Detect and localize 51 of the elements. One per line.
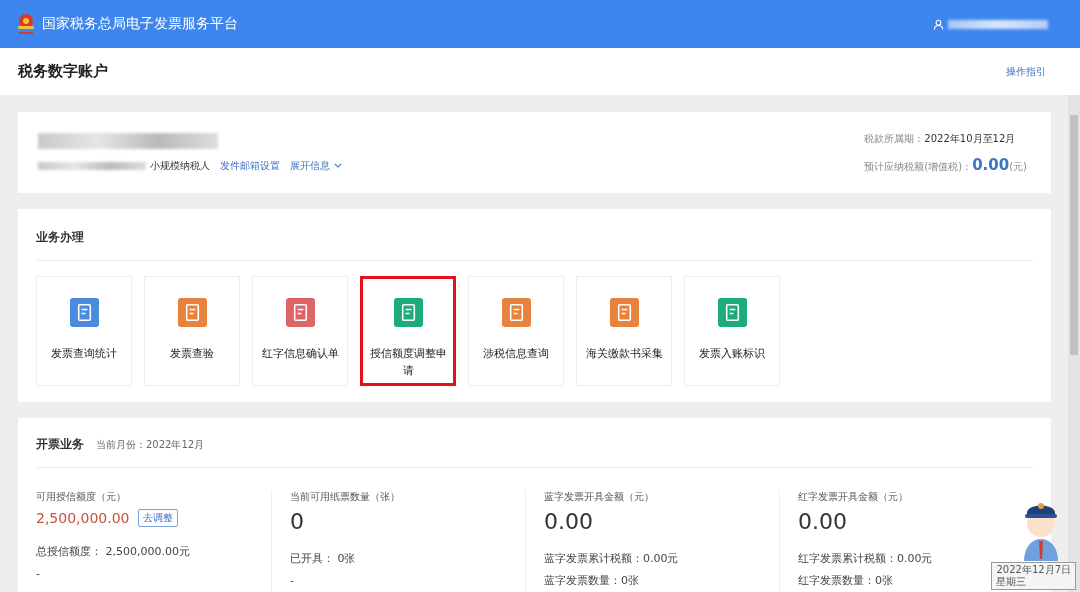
scrollbar[interactable] [1068,95,1080,592]
service-tile[interactable]: 红字信息确认单 [252,276,348,386]
service-tile[interactable]: 涉税信息查询 [468,276,564,386]
period-value: 2022年10月至12月 [924,131,1016,146]
tax-label: 预计应纳税额(增值税)： [864,159,973,174]
taxpayer-type: 小规模纳税人 [150,158,210,173]
adjust-button[interactable]: 去调整 [137,509,178,527]
stat-label: 当前可用纸票数量（张） [290,490,400,504]
email-settings-link[interactable]: 发件邮箱设置 [220,158,280,173]
tile-label: 发票查询统计 [50,346,118,362]
tile-label: 涉税信息查询 [482,346,550,362]
service-tile[interactable]: 发票查询统计 [36,276,132,386]
stat-detail: 红字发票累计税额：0.00元 [798,551,933,567]
guide-link[interactable]: 操作指引 [1006,64,1046,79]
stat-detail: 总授信额度： 2,500,000.00元 [36,544,190,560]
stat-detail: 蓝字发票数量：0张 [544,573,639,589]
tile-label: 红字信息确认单 [261,346,339,362]
tile-label: 发票入账标识 [698,346,766,362]
period-label: 税款所属期： [864,131,925,146]
expand-info-link[interactable]: 展开信息 [290,158,330,173]
stat-detail: 蓝字发票累计税额：0.00元 [544,551,679,567]
stat-detail: 已开具： 0张 [290,551,356,567]
chevron-down-icon[interactable] [334,163,342,168]
stat-label: 蓝字发票开具金额（元） [544,490,654,504]
service-tile[interactable]: 授信额度调整申请 [360,276,456,386]
stat-label: 可用授信额度（元） [36,490,126,504]
service-tile[interactable]: 发票查验 [144,276,240,386]
user-icon[interactable] [933,18,944,30]
unit-label: (元) [1009,160,1027,174]
stat-detail: - [290,573,294,589]
page-title: 税务数字账户 [18,62,108,81]
tile-label: 发票查验 [169,346,215,362]
service-tile[interactable]: 海关缴款书采集 [576,276,672,386]
tile-label: 授信额度调整申请 [369,346,447,379]
tile-label: 海关缴款书采集 [585,346,663,362]
stat-detail: - [36,566,40,582]
emblem-icon [16,12,36,36]
date-text: 2022年12月7日 [996,564,1071,576]
stat-value: 0.00 [544,509,593,534]
stat-label: 红字发票开具金额（元） [798,490,908,504]
weekday-text: 星期三 [996,576,1028,588]
stat-value: 0 [290,509,304,534]
platform-title: 国家税务总局电子发票服务平台 [42,15,238,33]
section-title: 开票业务 [36,436,84,453]
stat-value: 2,500,000.00 [36,510,130,526]
section-title: 业务办理 [36,229,85,246]
stat-value: 0.00 [798,509,847,534]
service-tile[interactable]: 发票入账标识 [684,276,780,386]
tax-amount: 0.00 [972,155,1010,174]
stat-detail: 红字发票数量：0张 [798,573,893,589]
current-month: 当前月份：2022年12月 [96,438,205,452]
